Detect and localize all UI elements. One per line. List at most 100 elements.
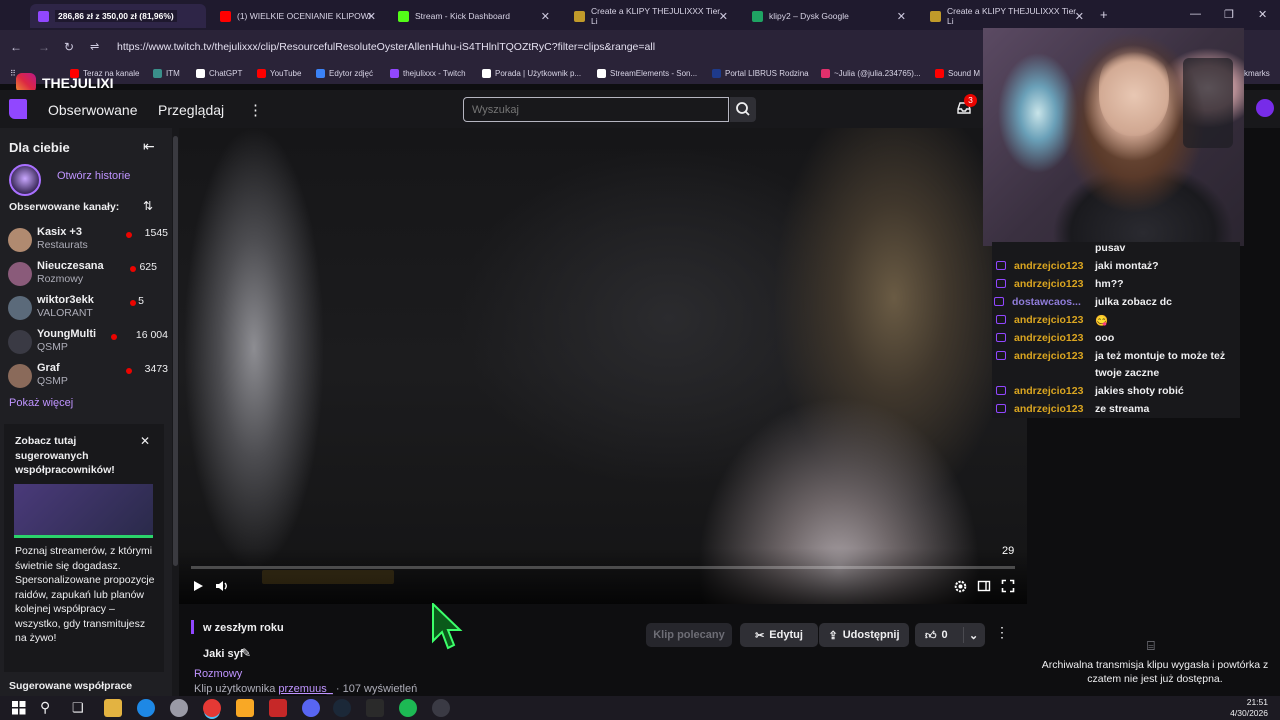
clip-author-link[interactable]: przemuus_ [278,683,332,695]
bookmark-item[interactable]: ~Julia (@julia.234765)... [821,69,921,78]
thumbs-up-icon: 👍︎ [925,629,937,642]
bookmark-item[interactable]: Edytor zdjęć [316,69,373,78]
chat-message: andrzejcio123 ja też montuje to może też [996,350,1225,366]
bookmark-item[interactable]: ITM [153,69,180,78]
bookmark-item[interactable]: StreamElements - Son... [597,69,697,78]
close-tab-icon[interactable]: ✕ [897,10,906,23]
channel-avatar [8,262,32,286]
close-tab-icon[interactable]: ✕ [719,10,728,23]
new-tab-button[interactable]: + [1100,7,1108,22]
steam-icon[interactable] [333,699,351,717]
browser-tab[interactable]: Create a KLIPY THEJULIXXX Tier Li ✕ [922,4,1092,28]
nav-following[interactable]: Obserwowane [48,102,138,118]
chevron-down-icon[interactable]: ⌄ [969,629,978,642]
search-icon[interactable]: ⚲ [40,699,50,716]
chat-message: andrzejcio123 ze streama [996,403,1149,419]
chat-archive-icon: ⌸ [1147,638,1155,653]
user-avatar[interactable] [1256,99,1274,117]
maximize-icon[interactable]: ❐ [1224,8,1234,21]
app-icon[interactable] [170,699,188,717]
close-window-icon[interactable]: ✕ [1258,8,1267,21]
channel-item[interactable]: wiktor3ekk VALORANT 5 [8,293,168,323]
viewer-count: 16 004 [135,329,168,341]
channel-item[interactable]: YoungMulti QSMP 16 004 [8,327,168,357]
browser-tab[interactable]: (1) WIELKIE OCENIANIE KLIPOW! ✕ [212,4,384,28]
channel-name: Nieuczesana [37,260,104,272]
bookmark-item[interactable]: Sound M [935,69,980,78]
recommended-clip-button[interactable]: Klip polecany [646,623,732,647]
nav-browse[interactable]: Przeglądaj [158,102,224,118]
clip-category[interactable]: Rozmowy [194,668,242,680]
browser-tab[interactable]: 286,86 zł z 350,00 zł (81,96%) [30,4,206,28]
viewer-count: 3473 [144,363,168,375]
browser-tab[interactable]: Create a KLIPY THEJULIXXX Tier Li ✕ [566,4,736,28]
close-tab-icon[interactable]: ✕ [367,10,376,23]
twitch-logo-icon[interactable] [9,99,27,119]
edit-title-icon[interactable]: ✎ [241,646,251,660]
browser-tab[interactable]: Stream - Kick Dashboard ✕ [390,4,558,28]
file-explorer-icon[interactable] [104,699,122,717]
story-avatar[interactable] [9,164,41,196]
capcut-editor-icon[interactable] [366,699,384,717]
more-options-icon[interactable]: ⋮ [248,101,263,119]
like-button[interactable]: 👍︎ 0 ⌄ [915,623,985,647]
app-icon[interactable] [236,699,254,717]
minimize-icon[interactable]: — [1190,8,1201,20]
reload-icon[interactable]: ↻ [64,40,74,54]
live-dot-icon [130,300,136,306]
windows-taskbar: ⚲ ❏ 21:51 4/30/2026 [0,696,1280,720]
channel-avatar [8,364,32,388]
volume-icon[interactable] [214,579,230,593]
theatre-mode-icon[interactable] [977,579,991,593]
bookmark-item[interactable]: Portal LIBRUS Rodzina [712,69,809,78]
close-promo-icon[interactable]: ✕ [140,434,150,448]
chrome-icon[interactable] [203,699,221,717]
channel-item[interactable]: Kasix +3 Restaurats 1545 [8,225,168,255]
windows-start-icon[interactable] [12,701,26,715]
spotify-icon[interactable] [399,699,417,717]
sort-icon[interactable]: ⇅ [143,199,153,213]
url-field[interactable]: https://www.twitch.tv/thejulixxx/clip/Re… [108,36,988,58]
task-view-icon[interactable]: ❏ [72,700,84,716]
twitch-icon [390,69,399,78]
close-tab-icon[interactable]: ✕ [541,10,550,23]
bookmark-item[interactable]: YouTube [257,69,301,78]
bookmark-item[interactable]: Porada | Użytkownik p... [482,69,581,78]
all-bookmarks[interactable]: kmarks [1244,69,1270,78]
twitch-favicon-icon [38,10,49,22]
donation-goal-overlay: 286,86 zł z 350,00 zł (81,96%) [55,10,177,22]
back-icon[interactable]: ← [10,40,22,54]
browser-tab[interactable]: klipy2 – Dysk Google ✕ [744,4,914,28]
progress-bar[interactable] [191,566,1015,569]
channel-item[interactable]: Graf QSMP 3473 [8,361,168,391]
forward-icon[interactable]: → [38,40,50,54]
show-more-link[interactable]: Pokaż więcej [9,397,73,409]
more-options-icon[interactable]: ⋮ [995,624,1009,641]
inbox-button[interactable]: 3 [956,94,977,121]
obs-icon[interactable] [432,699,450,717]
apps-icon[interactable]: ⠿ [10,69,16,78]
bookmark-item[interactable]: thejulixxx - Twitch [390,69,466,78]
search-input[interactable] [463,97,729,122]
fullscreen-icon[interactable] [1001,579,1015,593]
settings-gear-icon[interactable] [953,579,968,594]
edge-icon[interactable] [137,699,155,717]
capcut-icon[interactable] [269,699,287,717]
followed-channels-title: Obserwowane kanały: [9,201,120,213]
collapse-sidebar-icon[interactable]: ⇤ [143,138,155,155]
site-info-icon[interactable]: ⇌ [90,40,99,53]
close-tab-icon[interactable]: ✕ [1075,10,1084,23]
channel-item[interactable]: Nieuczesana Rozmowy 625 [8,259,168,289]
bookmark-item[interactable]: ChatGPT [196,69,242,78]
discord-icon[interactable] [302,699,320,717]
sidebar-scrollbar[interactable] [172,128,179,700]
donation-goal-ghost [262,570,394,584]
open-stories-link[interactable]: Otwórz historie [57,170,130,182]
search-button[interactable] [730,97,756,122]
taskbar-time: 21:51 [1246,697,1268,707]
edit-clip-button[interactable]: ✂ Edytuj [740,623,818,647]
share-button[interactable]: ⇪ Udostępnij [819,623,909,647]
chat-badge-icon [996,261,1006,270]
video-player[interactable]: 29 [179,128,1027,604]
play-icon[interactable] [191,579,205,593]
